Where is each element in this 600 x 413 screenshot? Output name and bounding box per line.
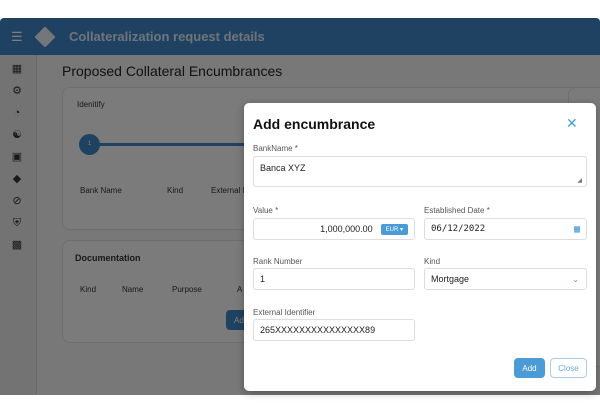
- bank-name-value: Banca XYZ: [260, 163, 306, 173]
- close-button[interactable]: Close: [550, 358, 587, 378]
- chevron-down-icon: ⌄: [572, 274, 579, 284]
- calendar-icon[interactable]: ▦: [574, 224, 580, 235]
- rank-number-label: Rank Number: [253, 257, 303, 266]
- established-date-input[interactable]: 06/12/2022 ▦: [424, 218, 587, 240]
- kind-label: Kind: [424, 257, 441, 266]
- value-label: Value *: [253, 206, 279, 215]
- established-date-label: Established Date *: [424, 206, 490, 215]
- rank-number-value: 1: [260, 274, 266, 284]
- currency-value: EUR: [385, 226, 399, 233]
- external-identifier-value: 265XXXXXXXXXXXXXXX89: [260, 325, 376, 335]
- add-encumbrance-dialog: Add encumbrance ✕ BankName * Banca XYZ ◢ …: [244, 103, 596, 391]
- value-value: 1,000,000.00: [320, 224, 373, 234]
- external-identifier-input[interactable]: 265XXXXXXXXXXXXXXX89: [253, 319, 415, 341]
- kind-value: Mortgage: [431, 274, 470, 284]
- kind-select[interactable]: Mortgage ⌄: [424, 268, 587, 290]
- bank-name-label: BankName *: [253, 144, 298, 153]
- add-button[interactable]: Add: [514, 358, 545, 378]
- external-identifier-label: External Identifier: [253, 308, 316, 317]
- dialog-title: Add encumbrance: [253, 116, 376, 132]
- bank-name-input[interactable]: Banca XYZ ◢: [253, 156, 587, 187]
- value-input[interactable]: 1,000,000.00 EUR ▾: [253, 218, 415, 240]
- close-icon[interactable]: ✕: [566, 115, 578, 132]
- resize-handle-icon[interactable]: ◢: [577, 177, 582, 184]
- established-date-value: 06/12/2022: [431, 224, 486, 234]
- currency-select[interactable]: EUR ▾: [380, 223, 408, 235]
- rank-number-input[interactable]: 1: [253, 268, 415, 290]
